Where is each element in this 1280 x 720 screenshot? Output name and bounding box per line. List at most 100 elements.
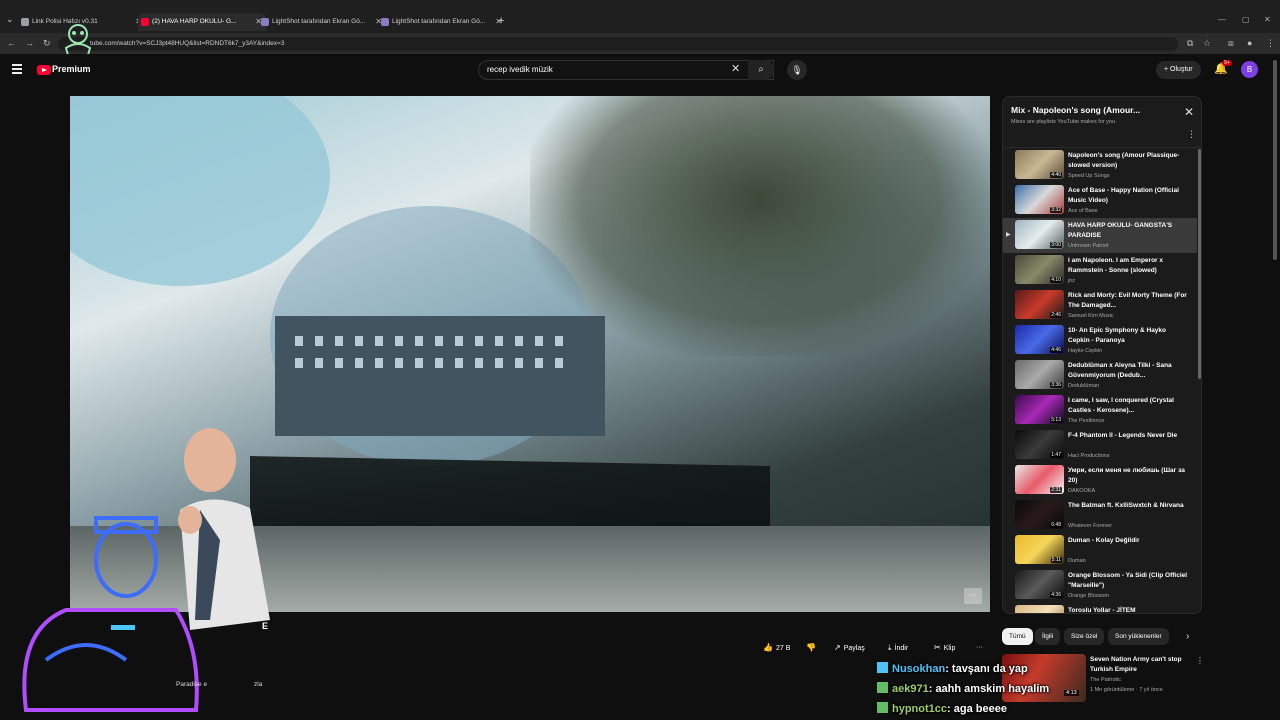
- video-overlay-button[interactable]: ⋯: [964, 588, 982, 604]
- playlist-item-title[interactable]: Rick and Morty: Evil Morty Theme (For Th…: [1068, 291, 1188, 310]
- playlist-item-duration: 4:36: [1050, 592, 1062, 598]
- create-button[interactable]: + Oluştur: [1156, 61, 1201, 79]
- playlist-item[interactable]: 5:11 Duman - Kolay Değildir Duman: [1003, 533, 1197, 568]
- playlist-item[interactable]: 1:47 F-4 Phantom II - Legends Never Die Ha…: [1003, 428, 1197, 463]
- chip-recent[interactable]: Son yüklenenler: [1108, 628, 1169, 645]
- voice-search-button[interactable]: 🎙: [787, 60, 807, 80]
- playlist-item-title[interactable]: Duman - Kolay Değildir: [1068, 536, 1188, 546]
- playlist-item-title[interactable]: Orange Blossom - Ya Sidi (Clip Officiel …: [1068, 571, 1188, 590]
- playlist-items: 4:40 Napoleon's song (Amour Plassique- sl…: [1003, 147, 1201, 613]
- search-icon: ⌕: [758, 64, 764, 75]
- playlist-item-title[interactable]: Ace of Base - Happy Nation (Official Mus…: [1068, 186, 1188, 205]
- profile-icon[interactable]: ●: [1247, 38, 1252, 48]
- now-playing-icon: ▶: [1006, 232, 1011, 238]
- mic-icon: 🎙: [791, 65, 803, 75]
- clip-button[interactable]: ✂ Klip: [928, 640, 961, 656]
- download-button[interactable]: ⤓ İndir: [882, 640, 914, 656]
- playlist-item-thumbnail[interactable]: 4:46: [1015, 325, 1064, 354]
- playlist-item-title[interactable]: 10- An Epic Symphony & Hayko Cepkin - Pa…: [1068, 326, 1188, 345]
- dislike-button[interactable]: 👎: [800, 640, 825, 656]
- share-button[interactable]: ↗ Paylaş: [828, 640, 871, 656]
- browser-menu-icon[interactable]: ⋮: [1266, 38, 1275, 49]
- playlist-item-title[interactable]: The Batman ft. KxlliSwxtch & Nirvana: [1068, 501, 1188, 511]
- playlist-item-thumbnail[interactable]: 2:46: [1015, 290, 1064, 319]
- maximize-icon[interactable]: ▢: [1242, 15, 1250, 24]
- playlist-item-duration: 3:32: [1050, 207, 1062, 213]
- playlist-item[interactable]: 5:13 I came, I saw, I conquered (Crystal …: [1003, 393, 1197, 428]
- cast-icon[interactable]: ⧉: [1187, 38, 1193, 49]
- playlist-item-thumbnail[interactable]: 3:36: [1015, 360, 1064, 389]
- forward-icon[interactable]: →: [25, 38, 34, 48]
- search-button[interactable]: ⌕: [748, 60, 774, 80]
- more-actions-button[interactable]: ···: [970, 640, 989, 656]
- playlist-item-title[interactable]: I came, I saw, I conquered (Crystal Cast…: [1068, 396, 1188, 415]
- page-scrollbar[interactable]: [1273, 60, 1277, 260]
- playlist-item-thumbnail[interactable]: 3:32: [1015, 185, 1064, 214]
- recommendation-channel[interactable]: The Patriotic: [1090, 677, 1121, 683]
- playlist-item-thumbnail[interactable]: 1:47: [1015, 430, 1064, 459]
- chat-username: hypnot1cc: [892, 703, 948, 715]
- youtube-logo-icon[interactable]: [37, 65, 51, 75]
- recommendation-title[interactable]: Seven Nation Army can't stop Turkish Emp…: [1090, 655, 1190, 674]
- playlist-item[interactable]: ▶ 3:00 HAVA HARP OKULU- GANGSTA'S PARADISE…: [1003, 218, 1197, 253]
- menu-icon[interactable]: [12, 64, 22, 74]
- playlist-item-thumbnail[interactable]: 4:40: [1015, 150, 1064, 179]
- playlist-item-title[interactable]: Toroslu Yollar - JİTEM: [1068, 606, 1188, 613]
- share-icon: ↗: [834, 643, 841, 652]
- chevron-right-icon[interactable]: ›: [1186, 631, 1189, 642]
- playlist-title[interactable]: Mix - Napoleon's song (Amour...: [1011, 105, 1171, 115]
- back-icon[interactable]: ←: [7, 38, 16, 48]
- chip-all[interactable]: Tümü: [1002, 628, 1033, 645]
- window-close-icon[interactable]: ✕: [1264, 15, 1271, 24]
- playlist-item-channel: Dedublüman: [1068, 383, 1100, 389]
- playlist-item-thumbnail[interactable]: 3:00: [1015, 220, 1064, 249]
- reload-icon[interactable]: ↻: [43, 38, 51, 49]
- video-title-fragment: E: [262, 621, 269, 631]
- playlist-item-thumbnail[interactable]: [1015, 605, 1064, 613]
- playlist-item[interactable]: 6:48 The Batman ft. KxlliSwxtch & Nirvana…: [1003, 498, 1197, 533]
- playlist-item[interactable]: 4:46 10- An Epic Symphony & Hayko Cepkin …: [1003, 323, 1197, 358]
- playlist-item[interactable]: 4:40 Napoleon's song (Amour Plassique- sl…: [1003, 148, 1197, 183]
- search-input[interactable]: recep ivedik müzik: [478, 60, 774, 80]
- playlist-item-thumbnail[interactable]: 4:10: [1015, 255, 1064, 284]
- recommendation-more-icon[interactable]: ⋮: [1196, 656, 1204, 665]
- playlist-item[interactable]: 4:10 I am Napoleon. I am Emperor x Rammst…: [1003, 253, 1197, 288]
- playlist-item-title[interactable]: HAVA HARP OKULU- GANGSTA'S PARADISE: [1068, 221, 1188, 240]
- playlist-scrollbar[interactable]: [1198, 149, 1201, 379]
- playlist-item-title[interactable]: F-4 Phantom II - Legends Never Die: [1068, 431, 1188, 441]
- tab-search-icon[interactable]: ⌄: [6, 14, 18, 26]
- playlist-item-thumbnail[interactable]: 5:13: [1015, 395, 1064, 424]
- playlist-item-title[interactable]: Умри, если меня не любишь (Шаг за 20): [1068, 466, 1188, 485]
- playlist-item[interactable]: 2:31 Умри, если меня не любишь (Шаг за 20…: [1003, 463, 1197, 498]
- playlist-item-thumbnail[interactable]: 5:11: [1015, 535, 1064, 564]
- avatar[interactable]: B: [1241, 61, 1258, 78]
- playlist-item-title[interactable]: Napoleon's song (Amour Plassique- slowed…: [1068, 151, 1188, 170]
- playlist-item-thumbnail[interactable]: 6:48: [1015, 500, 1064, 529]
- address-bar-row: ← → ↻ tube.com/watch?v=SCJ3pt48HUQ&list=…: [0, 34, 1280, 54]
- minimize-icon[interactable]: —: [1218, 15, 1226, 24]
- playlist-item[interactable]: 3:32 Ace of Base - Happy Nation (Official…: [1003, 183, 1197, 218]
- playlist-item-thumbnail[interactable]: 4:36: [1015, 570, 1064, 599]
- bookmark-star-icon[interactable]: ☆: [1203, 38, 1211, 49]
- url-field[interactable]: tube.com/watch?v=SCJ3pt48HUQ&list=RDNDT6…: [58, 37, 1178, 51]
- browser-tab-2[interactable]: (2) HAVA HARP OKULU- G... ✕: [138, 13, 266, 31]
- playlist-item-title[interactable]: Dedublüman x Aleyna Tilki - Sana Güvenmi…: [1068, 361, 1188, 380]
- chip-related[interactable]: İlgili: [1035, 628, 1061, 645]
- premium-label[interactable]: Premium: [52, 64, 91, 74]
- browser-tab-3[interactable]: LightShot tarafından Ekran Gö... ✕: [258, 13, 386, 31]
- playlist-item[interactable]: 3:36 Dedublüman x Aleyna Tilki - Sana Güv…: [1003, 358, 1197, 393]
- playlist-item[interactable]: Toroslu Yollar - JİTEM: [1003, 603, 1197, 613]
- extensions-icon[interactable]: ⧈: [1228, 38, 1234, 49]
- playlist-item-channel: Hayko Cepkin: [1068, 348, 1103, 354]
- like-button[interactable]: 👍 27 B: [757, 640, 796, 656]
- search-clear-icon[interactable]: ✕: [731, 62, 740, 75]
- chip-for-you[interactable]: Size özel: [1064, 628, 1105, 645]
- browser-tab-4[interactable]: LightShot tarafından Ekran Gö... ✕: [378, 13, 506, 31]
- playlist-close-icon[interactable]: ✕: [1184, 105, 1194, 119]
- new-tab-icon[interactable]: +: [498, 15, 504, 27]
- playlist-item-thumbnail[interactable]: 2:31: [1015, 465, 1064, 494]
- playlist-item[interactable]: 2:46 Rick and Morty: Evil Morty Theme (Fo…: [1003, 288, 1197, 323]
- playlist-more-icon[interactable]: ⋮: [1187, 129, 1196, 140]
- playlist-item[interactable]: 4:36 Orange Blossom - Ya Sidi (Clip Offic…: [1003, 568, 1197, 603]
- playlist-item-title[interactable]: I am Napoleon. I am Emperor x Rammstein …: [1068, 256, 1188, 275]
